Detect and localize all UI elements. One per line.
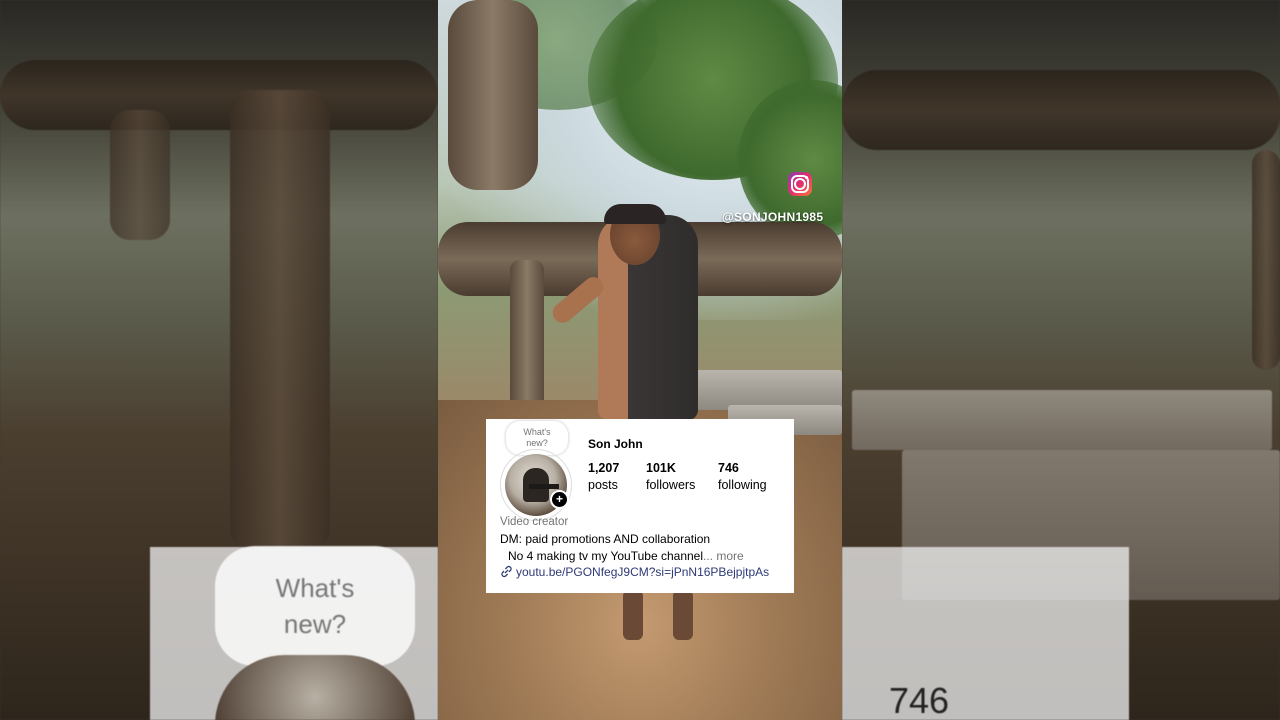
person-leg [623,590,643,640]
profile-link-text: youtu.be/PGONfegJ9CM?si=jPnN16PBejpjtpAs [516,565,770,579]
bubble-line1: What's [523,427,551,437]
stat-posts[interactable]: 1,207 posts [588,460,619,493]
blurred-blocks [852,390,1272,450]
blurred-bubble-line1: What's [275,573,355,603]
stat-following-label: following [718,478,767,492]
blurred-card-ghost [842,547,1129,720]
blurred-trunk [1252,150,1280,370]
blurred-bubble-line2: new? [283,609,347,639]
watermark-handle: @SONJOHN1985 [722,210,824,224]
profile-name: Son John [588,437,643,451]
instagram-icon [788,172,812,196]
blurred-branch [842,70,1280,150]
tree-post [510,260,544,420]
profile-link[interactable]: youtu.be/PGONfegJ9CM?si=jPnN16PBejpjtpAs [500,565,769,579]
tree-trunk [448,0,538,190]
stat-followers[interactable]: 101K followers [646,460,695,493]
avatar[interactable] [500,449,572,521]
blurred-following-count: 746 [889,680,950,720]
bubble-line2: new? [526,438,548,448]
stat-following-value: 746 [718,461,739,475]
bio-line-1: DM: paid promotions AND collaboration [500,532,711,546]
bio-line-2-text: No 4 making tv my YouTube channel [508,549,704,563]
blurred-background-left: What's new? [0,0,438,720]
blurred-background-right: 746 [842,0,1280,720]
stat-followers-value: 101K [646,461,676,475]
video-frame: @SONJOHN1985 [438,0,842,720]
person-legs [608,590,718,640]
profile-card: What's new? + Son John 1,207 posts 101K … [486,419,794,593]
plus-icon[interactable]: + [550,490,569,509]
link-icon [501,565,512,578]
blurred-hanging-root [110,110,170,240]
person-leg [673,590,693,640]
stat-following[interactable]: 746 following [718,460,767,493]
blurred-branch [0,60,438,130]
profile-category: Video creator [500,516,569,528]
stat-followers-label: followers [646,478,696,492]
bio-line-2: No 4 making tv my YouTube channel... mor… [508,549,744,563]
blurred-whats-new-bubble: What's new? [215,546,415,666]
person-headscarf [604,204,666,224]
blurred-trunk [230,90,330,550]
stat-posts-value: 1,207 [588,461,620,475]
stat-posts-label: posts [588,478,618,492]
more-link[interactable]: ... more [703,549,744,563]
concrete-blocks [696,370,842,410]
